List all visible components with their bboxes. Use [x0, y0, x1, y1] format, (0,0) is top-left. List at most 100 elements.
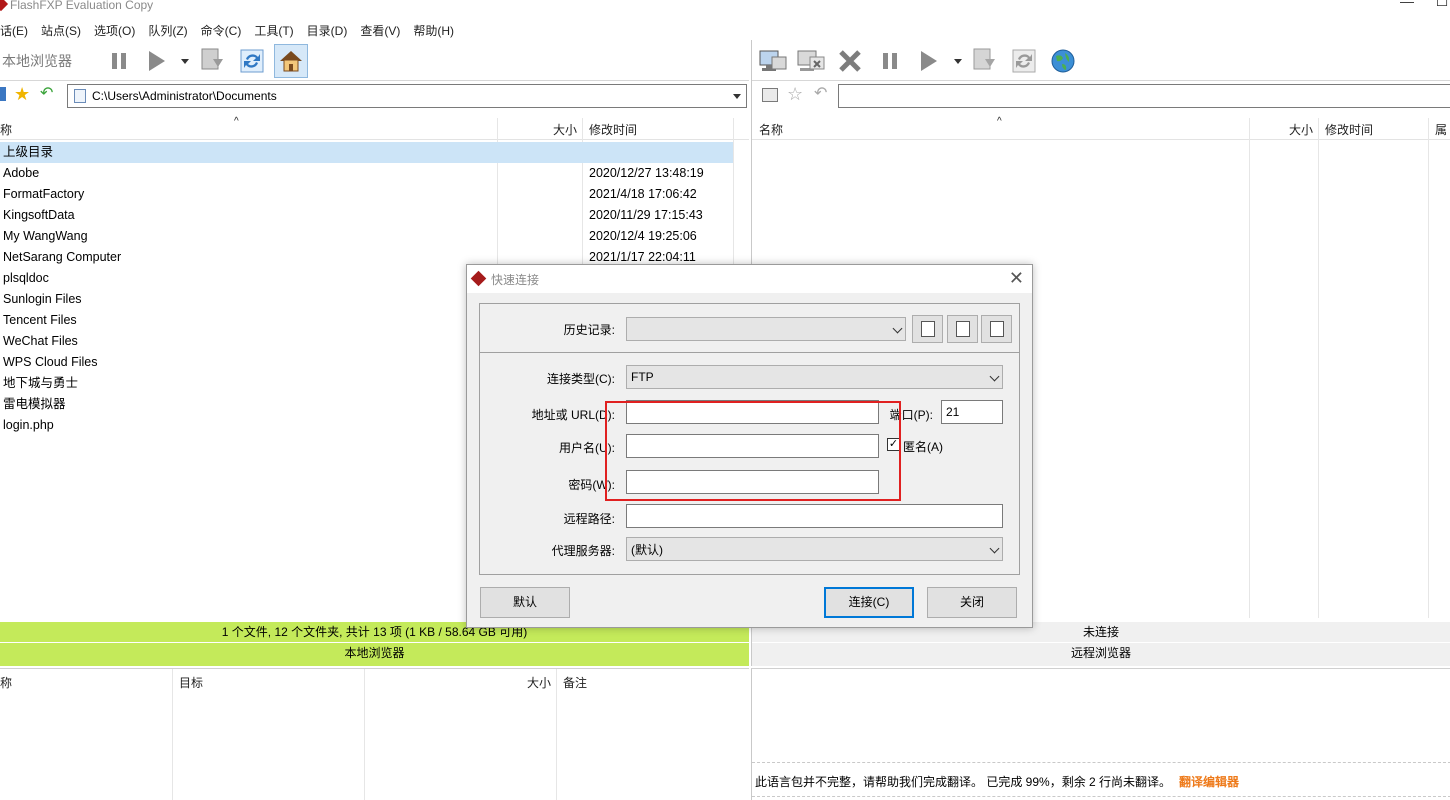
tree-icon[interactable] [762, 88, 778, 102]
list-item[interactable]: Adobe 2020/12/27 13:48:19 [0, 163, 733, 184]
go-back-icon[interactable]: ↶ [40, 85, 53, 103]
menu-sites[interactable]: 站点(S) [41, 22, 81, 39]
history-delete-button[interactable] [981, 315, 1012, 343]
history-label: 历史记录: [563, 323, 615, 337]
port-input[interactable]: 21 [941, 400, 1003, 424]
remote-path-input[interactable] [838, 84, 1450, 108]
play-dropdown-icon[interactable] [175, 44, 195, 78]
proxy-label: 代理服务器: [551, 544, 615, 558]
transfer-icon[interactable] [196, 44, 230, 78]
menu-tools[interactable]: 工具(T) [254, 22, 293, 39]
history-select[interactable] [626, 317, 906, 341]
queue-col-note[interactable]: 备注 [563, 674, 587, 691]
queue-col-name[interactable]: 称 [0, 674, 12, 691]
history-add-button[interactable] [947, 315, 978, 343]
local-path-text: C:\Users\Administrator\Documents [92, 89, 277, 103]
favorites-star-icon[interactable]: ☆ [787, 85, 803, 103]
status-log: 此语言包并不完整，请帮助我们完成翻译。 已完成 99%，剩余 2 行尚未翻译。翻… [751, 668, 1450, 800]
menu-directory[interactable]: 目录(D) [307, 22, 348, 39]
menu-commands[interactable]: 命令(C) [201, 22, 242, 39]
chevron-down-icon[interactable] [728, 85, 746, 107]
app-logo-icon [0, 0, 9, 12]
play-icon[interactable] [140, 44, 174, 78]
menu-options[interactable]: 选项(O) [94, 22, 135, 39]
column-divider [1249, 118, 1250, 618]
abort-icon[interactable] [833, 44, 867, 78]
connect-button[interactable]: 连接(C) [824, 587, 914, 618]
menu-view[interactable]: 查看(V) [360, 22, 400, 39]
pause-icon[interactable] [102, 44, 136, 78]
refresh-icon[interactable] [235, 44, 269, 78]
remote-status-label: 远程浏览器 [752, 642, 1450, 662]
local-path-input[interactable]: C:\Users\Administrator\Documents [67, 84, 747, 108]
col-attributes[interactable]: 属 [1435, 121, 1447, 138]
history-edit-button[interactable] [912, 315, 943, 343]
col-name[interactable]: 称 [0, 121, 12, 138]
remote-toolbar [752, 40, 1450, 80]
menu-session[interactable]: 话(E) [0, 22, 28, 39]
queue-col-target[interactable]: 目标 [179, 674, 203, 691]
play-dropdown-icon[interactable] [948, 44, 968, 78]
menu-queue[interactable]: 队列(Z) [148, 22, 187, 39]
col-size[interactable]: 大小 [1289, 121, 1313, 138]
dialog-title-bar: 快速连接 ✕ [467, 265, 1032, 293]
remote-path-bar: ☆ ↶ [752, 80, 1450, 114]
column-divider [172, 669, 173, 800]
username-input[interactable] [626, 434, 879, 458]
window-title: FlashFXP Evaluation Copy [10, 0, 154, 12]
favorites-star-icon[interactable]: ★ [14, 85, 30, 103]
dialog-form: 历史记录: 连接类型(C): FTP 地址或 URL(D): 端口(P): 21… [479, 303, 1020, 575]
queue-col-size[interactable]: 大小 [527, 674, 551, 691]
title-bar: FlashFXP Evaluation Copy — ☐ [0, 0, 1450, 12]
remote-path-input[interactable] [626, 504, 1003, 528]
divider [752, 796, 1450, 797]
document-icon [74, 89, 86, 103]
list-item[interactable]: My WangWang 2020/12/4 19:25:06 [0, 226, 733, 247]
refresh-icon[interactable] [1007, 44, 1041, 78]
minimize-button[interactable]: — [1397, 0, 1417, 8]
username-label: 用户名(U): [559, 441, 615, 455]
home-icon[interactable] [274, 44, 308, 78]
play-icon[interactable] [912, 44, 946, 78]
translation-editor-link[interactable]: 翻译编辑器 [1179, 775, 1239, 789]
connect-icon[interactable] [756, 44, 790, 78]
globe-icon[interactable] [1046, 44, 1080, 78]
local-status-bar: 1 个文件, 12 个文件夹, 共计 13 项 (1 KB / 58.64 GB… [0, 622, 749, 666]
menu-bar: 话(E) 站点(S) 选项(O) 队列(Z) 命令(C) 工具(T) 目录(D)… [0, 19, 1450, 41]
local-list-header: 称 ^ 大小 修改时间 [0, 116, 749, 140]
default-button[interactable]: 默认 [480, 587, 570, 618]
anonymous-checkbox[interactable]: ✓ [887, 438, 900, 451]
connection-type-select[interactable]: FTP [626, 365, 1003, 389]
col-name[interactable]: 名称 [759, 121, 783, 138]
password-input[interactable] [626, 470, 879, 494]
col-modified[interactable]: 修改时间 [1325, 121, 1373, 138]
menu-help[interactable]: 帮助(H) [413, 22, 454, 39]
list-item[interactable]: KingsoftData 2020/11/29 17:15:43 [0, 205, 733, 226]
sort-asc-icon: ^ [234, 116, 239, 127]
close-icon[interactable]: ✕ [1009, 268, 1024, 289]
list-item[interactable]: FormatFactory 2021/4/18 17:06:42 [0, 184, 733, 205]
col-size[interactable]: 大小 [553, 121, 577, 138]
col-modified[interactable]: 修改时间 [589, 121, 637, 138]
anonymous-label[interactable]: 匿名(A) [903, 438, 943, 455]
transfer-icon[interactable] [968, 44, 1002, 78]
close-button[interactable]: 关闭 [927, 587, 1017, 618]
port-label: 端口(P): [889, 408, 933, 422]
proxy-select[interactable]: (默认) [626, 537, 1003, 561]
local-toolbar: 本地浏览器 [0, 40, 749, 80]
local-browser-label: 本地浏览器 [2, 53, 72, 69]
dialog-title: 快速连接 [491, 273, 540, 287]
pause-icon[interactable] [873, 44, 907, 78]
remote-list-header: 名称 ^ 大小 修改时间 属 [752, 116, 1450, 140]
url-label: 地址或 URL(D): [531, 408, 615, 422]
transfer-queue: 称 目标 大小 备注 [0, 668, 749, 800]
column-divider [364, 669, 365, 800]
remote-status-bar: 未连接 远程浏览器 [751, 622, 1450, 666]
tree-icon[interactable] [0, 87, 6, 101]
go-back-icon[interactable]: ↶ [814, 85, 827, 103]
maximize-button[interactable]: ☐ [1432, 0, 1450, 8]
local-path-bar: ★ ↶ C:\Users\Administrator\Documents [0, 80, 749, 114]
list-item[interactable]: 上级目录 [0, 142, 733, 163]
disconnect-icon[interactable] [794, 44, 828, 78]
log-line: 此语言包并不完整，请帮助我们完成翻译。 已完成 99%，剩余 2 行尚未翻译。翻… [755, 773, 1239, 790]
